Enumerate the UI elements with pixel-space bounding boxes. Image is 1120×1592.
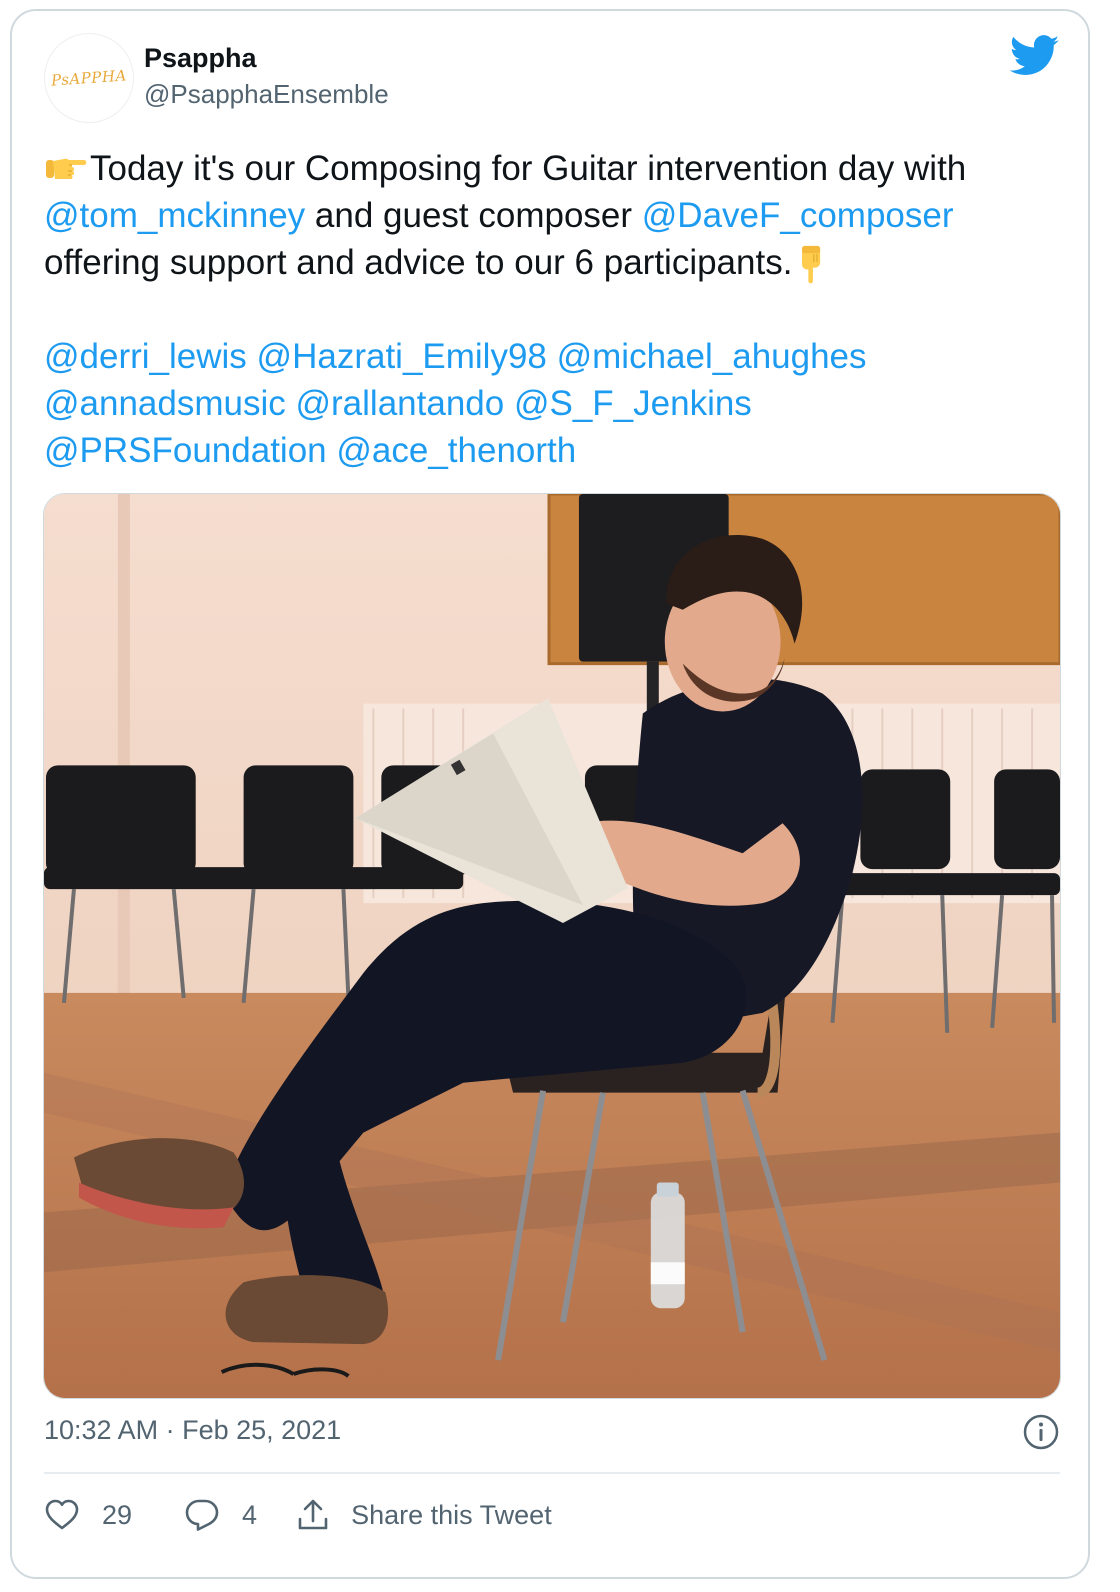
share-button[interactable]: Share this Tweet: [295, 1497, 552, 1533]
reply-button[interactable]: 4: [184, 1497, 257, 1533]
tweet-line-3: offering support and advice to our 6 par…: [44, 239, 1064, 286]
share-icon: [298, 1499, 328, 1530]
mention-link[interactable]: @derri_lewis: [44, 337, 247, 376]
info-icon[interactable]: [1022, 1413, 1060, 1451]
mention-link[interactable]: @tom_mckinney: [44, 196, 305, 235]
mention-link[interactable]: @PRSFoundation: [44, 431, 327, 470]
heart-icon: [45, 1499, 79, 1530]
tweet-text-segment: and guest composer: [305, 196, 642, 235]
tweet-text-segment: offering support and advice to our 6 par…: [44, 243, 793, 282]
photo-illustration: [44, 494, 1060, 1398]
reply-icon: [185, 1499, 219, 1531]
mentions-line-2: @annadsmusic @rallantando @S_F_Jenkins: [44, 380, 1064, 427]
mention-link[interactable]: @ace_thenorth: [336, 431, 576, 470]
tweet-line-1: Today it's our Composing for Guitar inte…: [44, 145, 1064, 192]
pointing-down-emoji: [802, 245, 821, 284]
actions-divider: [44, 1472, 1060, 1474]
mention-link[interactable]: @Hazrati_Emily98: [257, 337, 547, 376]
like-button[interactable]: 29: [44, 1497, 132, 1533]
mentions-line-3: @PRSFoundation @ace_thenorth: [44, 427, 1064, 474]
tweet-card[interactable]: PsAPPHA Psappha @PsapphaEnsemble Today i…: [10, 9, 1090, 1579]
tweet-line-2: @tom_mckinney and guest composer @DaveF_…: [44, 192, 1064, 239]
twitter-bird-icon[interactable]: [1010, 35, 1060, 77]
tweet-text: Today it's our Composing for Guitar inte…: [44, 145, 1064, 474]
mention-link[interactable]: @michael_ahughes: [557, 337, 867, 376]
reply-count: 4: [242, 1499, 258, 1530]
tweet-actions: 29 4 Share this Tweet: [44, 1493, 552, 1537]
mention-link[interactable]: @rallantando: [296, 384, 505, 423]
share-label: Share this Tweet: [351, 1499, 552, 1530]
mention-link[interactable]: @annadsmusic: [44, 384, 286, 423]
like-count: 29: [102, 1499, 133, 1530]
author-display-name[interactable]: Psappha: [144, 43, 257, 74]
pointing-right-emoji: [46, 158, 87, 179]
avatar[interactable]: PsAPPHA: [44, 33, 134, 123]
tweet-photo[interactable]: [43, 493, 1061, 1399]
author-handle[interactable]: @PsapphaEnsemble: [144, 79, 389, 110]
tweet-text-segment: Today it's our Composing for Guitar inte…: [90, 149, 967, 188]
tweet-timestamp[interactable]: 10:32 AM · Feb 25, 2021: [44, 1415, 341, 1446]
mentions-line-1: @derri_lewis @Hazrati_Emily98 @michael_a…: [44, 333, 1064, 380]
avatar-logo: PsAPPHA: [50, 66, 128, 90]
mention-link[interactable]: @DaveF_composer: [642, 196, 954, 235]
mention-link[interactable]: @S_F_Jenkins: [514, 384, 752, 423]
